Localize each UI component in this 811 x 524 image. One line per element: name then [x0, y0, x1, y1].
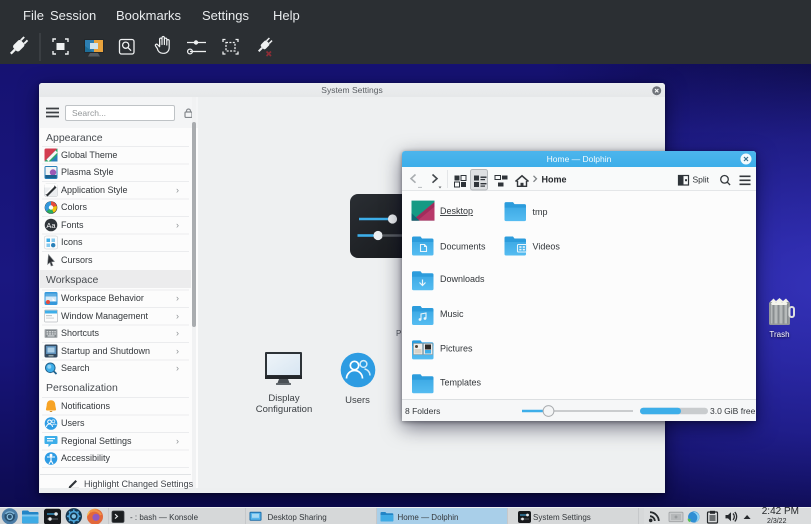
svg-text:Music: Music	[440, 309, 464, 319]
svg-text:Aa: Aa	[46, 221, 56, 230]
svg-text:Split: Split	[693, 174, 710, 184]
svg-text:Home: Home	[542, 174, 567, 184]
svg-text:Videos: Videos	[533, 242, 561, 252]
svg-text:Downloads: Downloads	[440, 274, 485, 284]
svg-text:Desktop: Desktop	[440, 206, 473, 216]
svg-text:Templates: Templates	[440, 377, 482, 387]
svg-text:Documents: Documents	[440, 242, 486, 252]
svg-text:tmp: tmp	[533, 207, 548, 217]
svg-text:Pictures: Pictures	[440, 343, 473, 353]
